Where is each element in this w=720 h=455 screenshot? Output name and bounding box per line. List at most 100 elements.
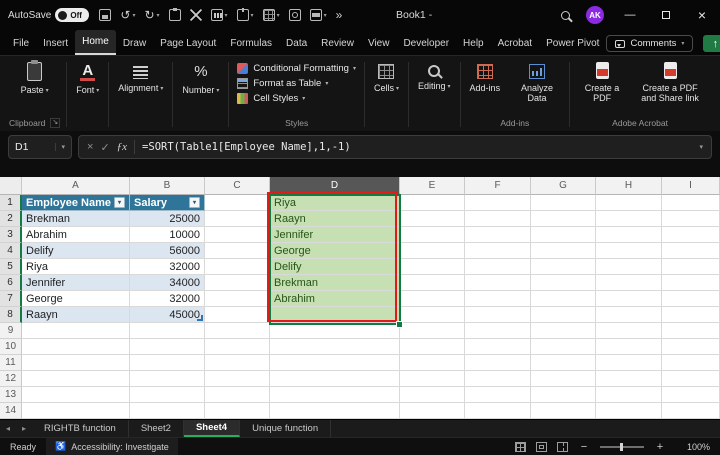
analyze-data-button[interactable]: Analyze Data	[511, 60, 563, 106]
cell-E7[interactable]	[400, 291, 465, 307]
cell-D6[interactable]: Brekman	[270, 275, 400, 291]
overflow-icon[interactable]: »	[336, 8, 343, 22]
cell-A1[interactable]: Employee Name▾	[22, 195, 130, 211]
zoom-slider[interactable]	[600, 446, 644, 448]
cell-H1[interactable]	[596, 195, 662, 211]
row-header-3[interactable]: 3	[0, 227, 22, 243]
cell-G8[interactable]	[531, 307, 596, 323]
cell-E8[interactable]	[400, 307, 465, 323]
conditional-formatting-button[interactable]: Conditional Formatting ▾	[235, 62, 358, 75]
cell-C14[interactable]	[205, 403, 270, 419]
cell-B4[interactable]: 56000	[130, 243, 205, 259]
cell-I13[interactable]	[662, 387, 720, 403]
cell-C8[interactable]	[205, 307, 270, 323]
cell-B1[interactable]: Salary▾	[130, 195, 205, 211]
autosave-toggle[interactable]: Off	[55, 8, 89, 22]
cell-B12[interactable]	[130, 371, 205, 387]
cell-C11[interactable]	[205, 355, 270, 371]
minimize-button[interactable]: —	[620, 4, 640, 26]
cell-G3[interactable]	[531, 227, 596, 243]
cell-A6[interactable]: Jennifer	[22, 275, 130, 291]
column-header-B[interactable]: B	[130, 177, 205, 195]
cell-A9[interactable]	[22, 323, 130, 339]
cell-G9[interactable]	[531, 323, 596, 339]
cell-E3[interactable]	[400, 227, 465, 243]
tab-view[interactable]: View	[361, 32, 397, 55]
cell-F9[interactable]	[465, 323, 531, 339]
cell-F13[interactable]	[465, 387, 531, 403]
avatar[interactable]: AK	[586, 6, 604, 24]
paste-button[interactable]: Paste▾	[18, 60, 52, 97]
cell-B10[interactable]	[130, 339, 205, 355]
name-box[interactable]: D1 ▾	[8, 135, 72, 159]
cell-G11[interactable]	[531, 355, 596, 371]
cell-G10[interactable]	[531, 339, 596, 355]
cell-D13[interactable]	[270, 387, 400, 403]
cell-G14[interactable]	[531, 403, 596, 419]
cell-H9[interactable]	[596, 323, 662, 339]
cell-G5[interactable]	[531, 259, 596, 275]
cell-B9[interactable]	[130, 323, 205, 339]
column-header-C[interactable]: C	[205, 177, 270, 195]
cell-D11[interactable]	[270, 355, 400, 371]
cell-G7[interactable]	[531, 291, 596, 307]
tab-page-layout[interactable]: Page Layout	[153, 32, 223, 55]
cell-B3[interactable]: 10000	[130, 227, 205, 243]
cell-H2[interactable]	[596, 211, 662, 227]
cell-D12[interactable]	[270, 371, 400, 387]
cell-E14[interactable]	[400, 403, 465, 419]
addins-button[interactable]: Add-ins	[467, 60, 504, 95]
page-layout-view-icon[interactable]	[536, 442, 547, 452]
cell-I2[interactable]	[662, 211, 720, 227]
cell-I8[interactable]	[662, 307, 720, 323]
zoom-in-button[interactable]: +	[654, 441, 666, 453]
insert-function-icon[interactable]: ƒx	[117, 141, 127, 153]
filter-button[interactable]: ▾	[114, 197, 125, 208]
cell-A11[interactable]	[22, 355, 130, 371]
cell-A10[interactable]	[22, 339, 130, 355]
alignment-button[interactable]: Alignment▾	[115, 60, 166, 95]
cell-F7[interactable]	[465, 291, 531, 307]
cell-I5[interactable]	[662, 259, 720, 275]
cell-H5[interactable]	[596, 259, 662, 275]
cell-D10[interactable]	[270, 339, 400, 355]
cell-F2[interactable]	[465, 211, 531, 227]
cell-A4[interactable]: Delify	[22, 243, 130, 259]
cell-E6[interactable]	[400, 275, 465, 291]
column-header-G[interactable]: G	[531, 177, 596, 195]
row-header-7[interactable]: 7	[0, 291, 22, 307]
cell-G1[interactable]	[531, 195, 596, 211]
undo-icon[interactable]: ↺▾	[120, 8, 135, 22]
cell-H6[interactable]	[596, 275, 662, 291]
camera-icon[interactable]	[289, 9, 301, 21]
sheet-nav-left-icon[interactable]: ◂	[0, 420, 16, 437]
cell-A5[interactable]: Riya	[22, 259, 130, 275]
cell-G12[interactable]	[531, 371, 596, 387]
cell-B14[interactable]	[130, 403, 205, 419]
cell-E11[interactable]	[400, 355, 465, 371]
cell-E1[interactable]	[400, 195, 465, 211]
cell-E12[interactable]	[400, 371, 465, 387]
tab-file[interactable]: File	[6, 32, 36, 55]
cell-A12[interactable]	[22, 371, 130, 387]
cell-F12[interactable]	[465, 371, 531, 387]
sheet-tab-rightb-function[interactable]: RIGHTB function	[32, 420, 129, 437]
cell-I12[interactable]	[662, 371, 720, 387]
page-break-view-icon[interactable]	[557, 442, 568, 452]
redo-icon[interactable]: ↻▾	[144, 8, 159, 22]
cell-I6[interactable]	[662, 275, 720, 291]
cell-A14[interactable]	[22, 403, 130, 419]
cell-C6[interactable]	[205, 275, 270, 291]
normal-view-icon[interactable]	[515, 442, 526, 452]
cell-H12[interactable]	[596, 371, 662, 387]
cell-B7[interactable]: 32000	[130, 291, 205, 307]
cell-A8[interactable]: Raayn	[22, 307, 130, 323]
editing-button[interactable]: Editing▾	[415, 60, 454, 93]
cell-E10[interactable]	[400, 339, 465, 355]
close-button[interactable]: ×	[692, 4, 712, 26]
zoom-out-button[interactable]: −	[578, 441, 590, 453]
cell-styles-button[interactable]: Cell Styles ▾	[235, 92, 307, 105]
sheet-tab-sheet4[interactable]: Sheet4	[184, 420, 240, 437]
comments-button[interactable]: Comments ▾	[606, 35, 693, 52]
row-header-10[interactable]: 10	[0, 339, 22, 355]
